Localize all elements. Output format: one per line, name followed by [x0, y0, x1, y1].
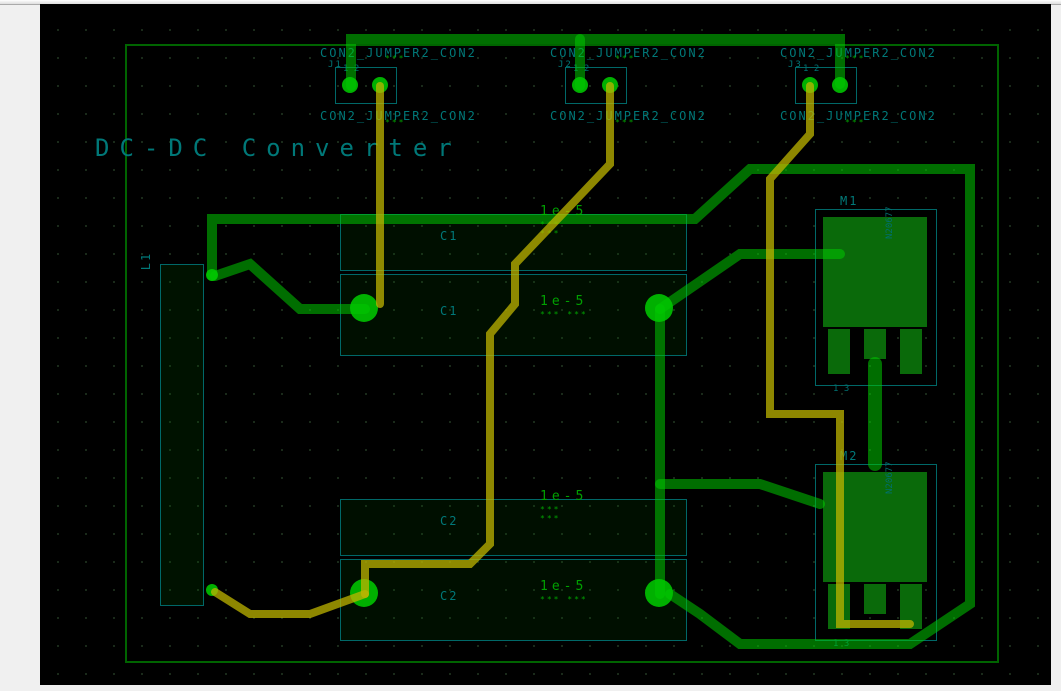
- c2a-val: 1e-5: [540, 489, 587, 504]
- c2b-outline[interactable]: [340, 559, 687, 641]
- m1-leg1: [828, 329, 850, 374]
- c2b-pad1[interactable]: [350, 579, 378, 607]
- c1b-outline[interactable]: [340, 274, 687, 356]
- m1-pins: 1 3: [833, 384, 849, 394]
- c1a-ref: C1: [440, 229, 458, 243]
- j1-pins: 1 2: [343, 64, 359, 74]
- j3-pad2[interactable]: [832, 77, 848, 93]
- m2-leg3: [900, 584, 922, 629]
- c1a-val: 1e-5: [540, 204, 587, 219]
- c1b-pad2[interactable]: [645, 294, 673, 322]
- app-window: DC-DC Converter CON2_JUMPER2_CON2 CON2_J…: [0, 0, 1061, 691]
- j2-pad2[interactable]: [602, 77, 618, 93]
- l1-pad2[interactable]: [206, 584, 218, 596]
- l1-pad1[interactable]: [206, 269, 218, 281]
- j3-pad1[interactable]: [802, 77, 818, 93]
- c2b-val: 1e-5: [540, 579, 587, 594]
- l1-outline[interactable]: [160, 264, 204, 606]
- m1-ref: M1: [840, 194, 858, 208]
- c2a-ref: C2: [440, 514, 458, 528]
- j3-pins: 1 2: [803, 64, 819, 74]
- c1b-ref: C1: [440, 304, 458, 318]
- j1-pad1[interactable]: [342, 77, 358, 93]
- m1-tab: [823, 217, 927, 327]
- m2-tab: [823, 472, 927, 582]
- m2-ref: M2: [840, 449, 858, 463]
- board-title-text: DC-DC Converter: [95, 134, 462, 162]
- c1b-val: 1e-5: [540, 294, 587, 309]
- m1-leg2: [864, 329, 886, 359]
- c2a-outline[interactable]: [340, 499, 687, 556]
- m2-leg1: [828, 584, 850, 629]
- c1b-pad1[interactable]: [350, 294, 378, 322]
- j2-pins: 1 2: [573, 64, 589, 74]
- m2-part: N20677: [885, 461, 895, 494]
- m1-part: N20677: [885, 206, 895, 239]
- m1-leg3: [900, 329, 922, 374]
- c2b-ref: C2: [440, 589, 458, 603]
- l1-ref: L1: [139, 252, 153, 270]
- c2b-pad2[interactable]: [645, 579, 673, 607]
- j2-pad1[interactable]: [572, 77, 588, 93]
- c1a-outline[interactable]: [340, 214, 687, 271]
- m2-leg2: [864, 584, 886, 614]
- j1-pad2[interactable]: [372, 77, 388, 93]
- pcb-canvas[interactable]: DC-DC Converter CON2_JUMPER2_CON2 CON2_J…: [40, 4, 1051, 685]
- m2-pins: 1 3: [833, 639, 849, 649]
